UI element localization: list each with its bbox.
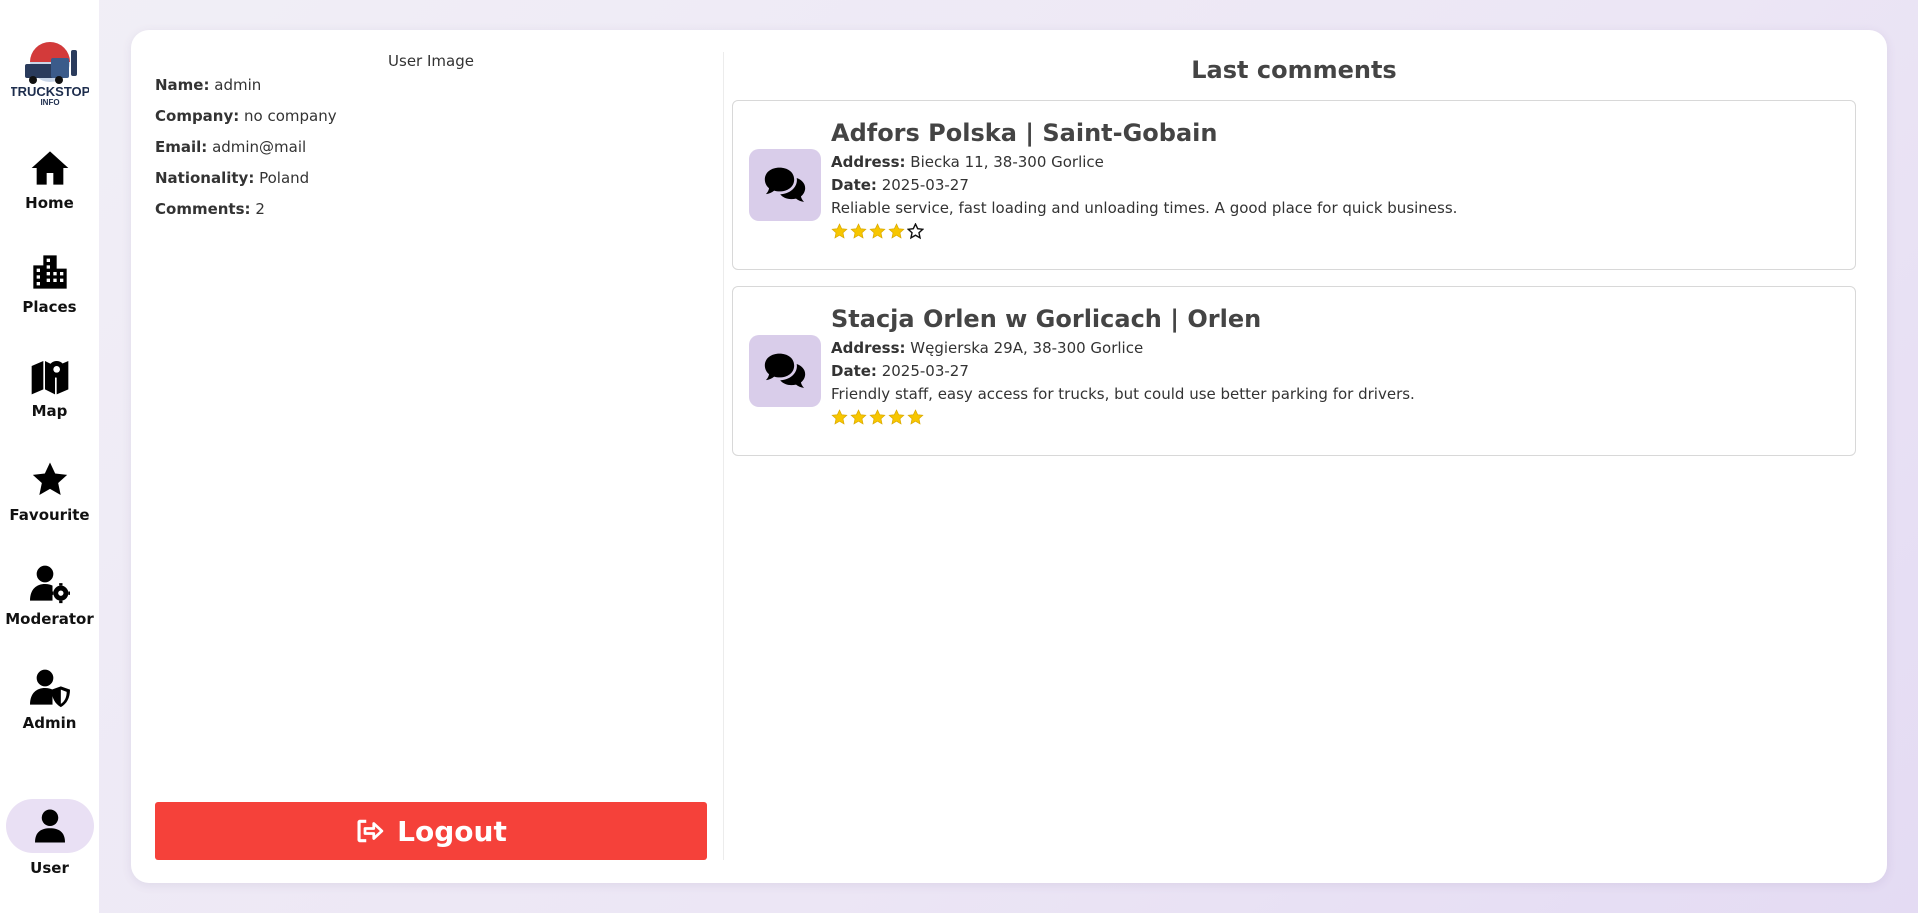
sidebar-item-places[interactable]: Places [5,252,95,316]
truckstop-logo[interactable]: TRUCKSTOP INFO [11,40,89,106]
star-filled-icon [850,223,867,239]
sidebar-item-label: Favourite [9,506,90,524]
home-icon [31,151,68,185]
logout-icon [357,819,384,843]
sidebar-nav: Home Places Map Favourite Moderator Admi… [5,148,95,732]
star-icon [32,462,67,495]
field-value: admin [214,76,262,94]
profile-panel: User Image Name: admin Company: no compa… [155,52,707,860]
star-filled-icon [831,223,848,239]
user-image: User Image [388,52,474,70]
sidebar-item-label: Home [25,194,74,212]
sidebar-item-map[interactable]: Map [5,356,95,420]
star-filled-icon [831,409,848,425]
main-card: User Image Name: admin Company: no compa… [131,30,1887,883]
comment-place: Stacja Orlen w Gorlicach | Orlen [831,305,1262,333]
field-value: no company [244,107,337,125]
sidebar-item-label: Map [31,402,68,420]
profile-name: Name: admin [155,76,707,94]
date-label: Date: [831,362,877,380]
comment-date: Date: 2025-03-27 [831,362,1415,380]
user-pill[interactable] [5,799,94,853]
date-value: 2025-03-27 [881,362,969,380]
logout-label: Logout [397,814,507,848]
field-value: Poland [259,169,310,187]
user-icon [34,809,65,843]
svg-text:TRUCKSTOP: TRUCKSTOP [11,84,89,99]
sidebar-item-user[interactable]: User [5,799,95,877]
comments-icon-box [749,335,821,407]
field-value: admin@mail [212,138,307,156]
star-filled-icon [888,223,905,239]
field-label: Name: [155,76,210,94]
comment-address: Address: Biecka 11, 38-300 Gorlice [831,153,1457,171]
comment-text: Reliable service, fast loading and unloa… [831,199,1458,217]
svg-text:INFO: INFO [40,98,59,106]
address-label: Address: [831,339,906,357]
star-rating [831,223,1457,240]
city-icon [32,255,67,289]
sidebar-item-favourite[interactable]: Favourite [5,460,95,524]
comments-icon [764,167,806,202]
star-empty-icon [907,223,924,240]
sidebar-item-label: Admin [22,714,77,732]
star-filled-icon [850,409,867,425]
sidebar-item-label: User [30,859,69,877]
comment-date: Date: 2025-03-27 [831,176,1457,194]
profile-comments: Comments: 2 [155,200,707,218]
comments-icon-box [749,149,821,221]
address-label: Address: [831,153,906,171]
sidebar-item-home[interactable]: Home [5,148,95,212]
star-filled-icon [888,409,905,425]
star-rating [831,409,1415,426]
field-value: 2 [255,200,265,218]
comments-icon [764,353,806,388]
profile-nationality: Nationality: Poland [155,169,707,187]
star-filled-icon [907,409,924,425]
profile-company: Company: no company [155,107,707,125]
date-value: 2025-03-27 [881,176,969,194]
comments-panel: Last comments Adfors Polska | Saint-Goba… [732,52,1856,472]
sidebar-item-label: Moderator [5,610,94,628]
field-label: Email: [155,138,208,156]
comments-title: Last comments [1191,56,1397,84]
sidebar: TRUCKSTOP INFO Home Places Map Favourite… [0,0,99,913]
field-label: Company: [155,107,240,125]
sidebar-item-admin[interactable]: Admin [5,668,95,732]
user-shield-icon [29,669,70,708]
user-gear-icon [29,565,70,604]
star-filled-icon [869,409,886,425]
comment-body: Adfors Polska | Saint-Gobain Address: Bi… [831,119,1457,240]
comment-card[interactable]: Stacja Orlen w Gorlicach | Orlen Address… [732,286,1856,456]
sidebar-item-label: Places [22,298,77,316]
comment-text: Friendly staff, easy access for trucks, … [831,385,1415,403]
comment-place: Adfors Polska | Saint-Gobain [831,119,1218,147]
address-value: Węgierska 29A, 38-300 Gorlice [910,339,1144,357]
logout-button[interactable]: Logout [155,802,707,860]
comment-address: Address: Węgierska 29A, 38-300 Gorlice [831,339,1415,357]
divider [723,52,724,860]
comment-body: Stacja Orlen w Gorlicach | Orlen Address… [831,305,1415,426]
date-label: Date: [831,176,877,194]
field-label: Comments: [155,200,251,218]
sidebar-item-moderator[interactable]: Moderator [5,564,95,628]
field-label: Nationality: [155,169,255,187]
comment-card[interactable]: Adfors Polska | Saint-Gobain Address: Bi… [732,100,1856,270]
address-value: Biecka 11, 38-300 Gorlice [910,153,1104,171]
profile-email: Email: admin@mail [155,138,707,156]
star-filled-icon [869,223,886,239]
map-icon [31,361,68,395]
